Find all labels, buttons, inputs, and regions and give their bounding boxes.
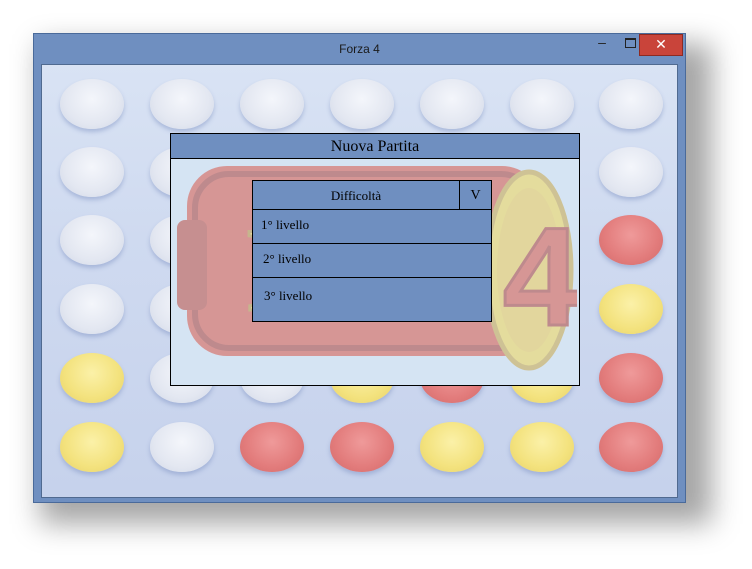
dialog-title: Nuova Partita: [171, 134, 579, 159]
board-cell[interactable]: [240, 79, 304, 129]
board-cell[interactable]: [240, 422, 304, 472]
board-cell[interactable]: [60, 215, 124, 265]
board-cell[interactable]: [60, 353, 124, 403]
new-game-dialog: Nuova Partita F O R 4 Difficoltà V 1° li…: [170, 133, 580, 386]
maximize-icon: [624, 38, 636, 48]
board-cell[interactable]: [60, 284, 124, 334]
board-cell[interactable]: [420, 422, 484, 472]
board-cell[interactable]: [150, 422, 214, 472]
difficulty-option-3[interactable]: 3° livello: [252, 278, 492, 322]
board-cell[interactable]: [510, 422, 574, 472]
board-cell[interactable]: [330, 79, 394, 129]
board-cell[interactable]: [510, 79, 574, 129]
minimize-button[interactable]: –: [591, 34, 613, 52]
board-cell[interactable]: [599, 215, 663, 265]
board-cell[interactable]: [599, 422, 663, 472]
difficulty-label: Difficoltà: [253, 181, 460, 209]
board-cell[interactable]: [599, 147, 663, 197]
board-cell[interactable]: [150, 79, 214, 129]
difficulty-header[interactable]: Difficoltà V: [252, 180, 492, 210]
board-cell[interactable]: [330, 422, 394, 472]
svg-text:4: 4: [503, 198, 577, 355]
board-cell[interactable]: [60, 79, 124, 129]
board-cell[interactable]: [599, 284, 663, 334]
window-title: Forza 4: [339, 42, 380, 56]
board-cell[interactable]: [599, 79, 663, 129]
maximize-button[interactable]: [619, 35, 641, 53]
difficulty-option-2[interactable]: 2° livello: [252, 244, 492, 278]
dropdown-arrow-button[interactable]: V: [460, 181, 491, 209]
board-cell[interactable]: [60, 422, 124, 472]
difficulty-option-1[interactable]: 1° livello: [252, 210, 492, 244]
board-cell[interactable]: [60, 147, 124, 197]
difficulty-dropdown[interactable]: Difficoltà V 1° livello 2° livello 3° li…: [252, 180, 492, 322]
board-cell[interactable]: [599, 353, 663, 403]
close-button[interactable]: ✕: [639, 34, 683, 56]
board-cell[interactable]: [420, 79, 484, 129]
title-bar[interactable]: Forza 4 – ✕: [34, 34, 685, 63]
